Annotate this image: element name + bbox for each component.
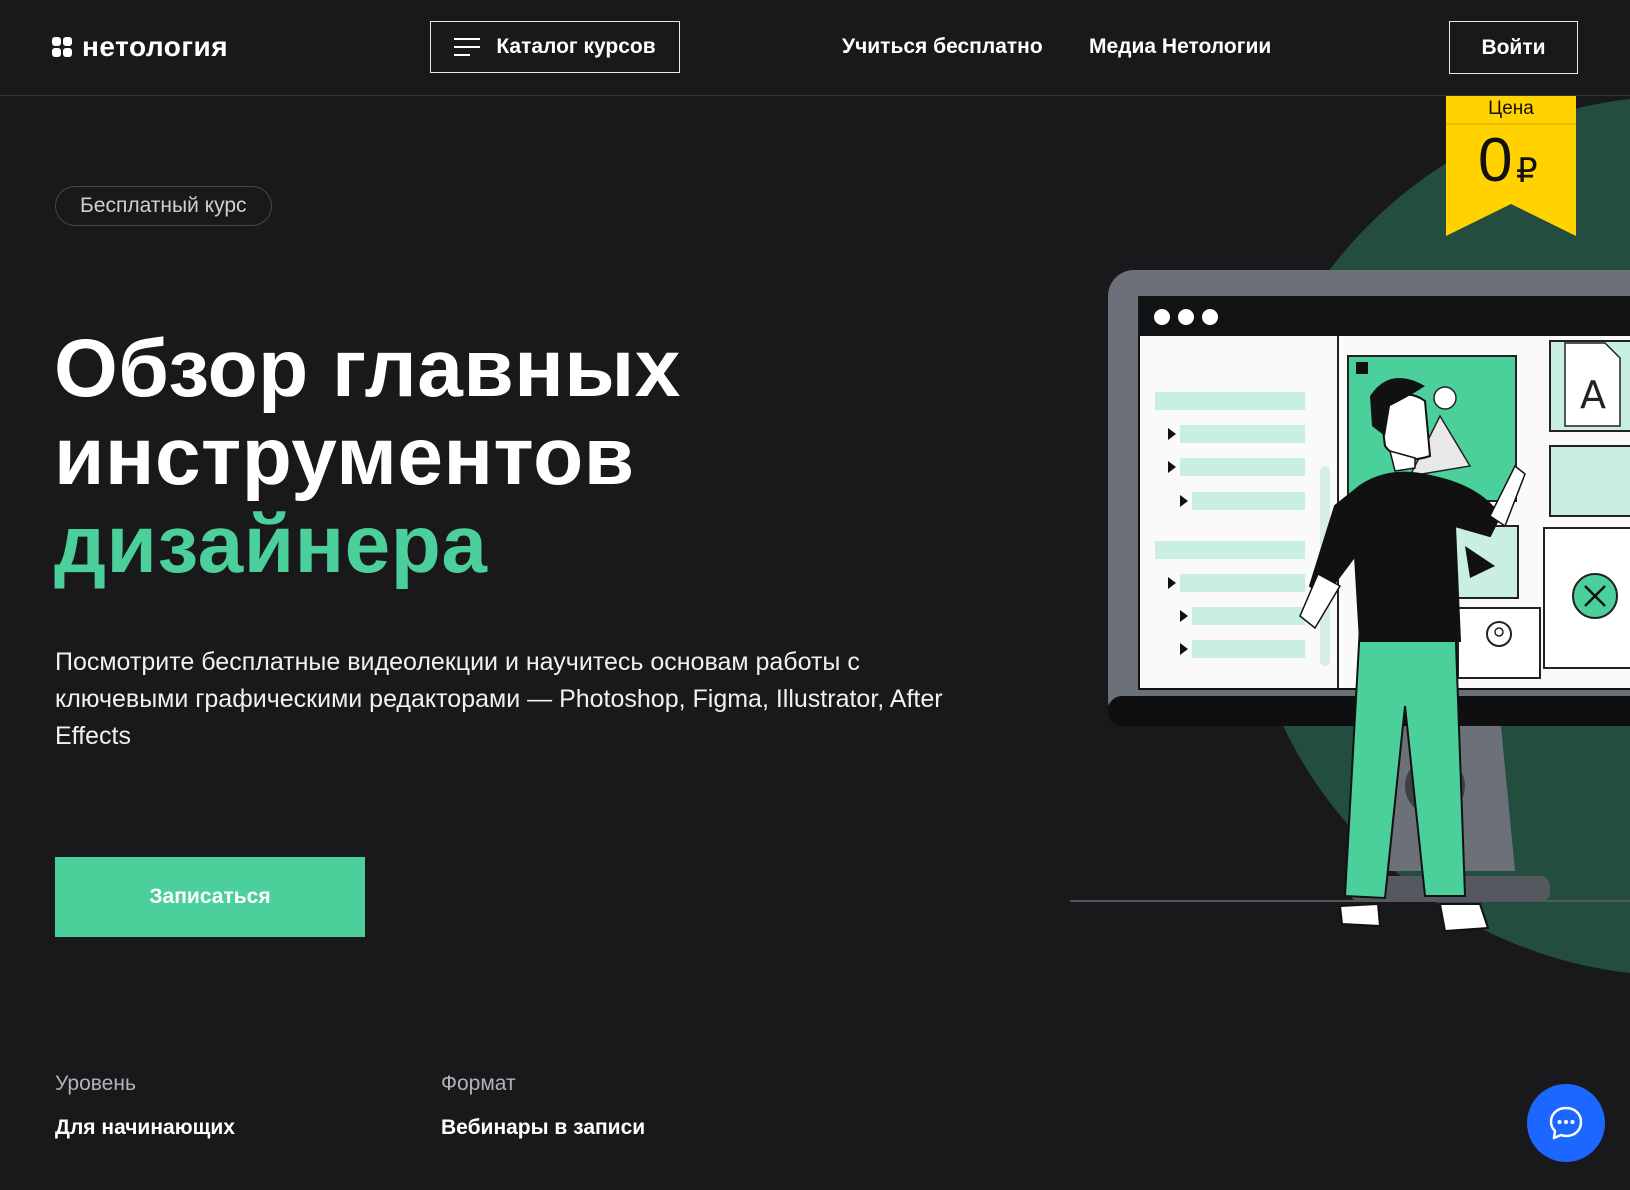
meta-level: Уровень Для начинающих [55,1072,235,1140]
logo-text: нетология [82,31,229,62]
price-value: 0 [1478,126,1513,195]
nav-link-free-learning[interactable]: Учиться бесплатно [842,35,1043,59]
course-description: Посмотрите бесплатные видеолекции и науч… [55,648,943,750]
logo-icon [52,37,72,57]
title-line-1: Обзор главных [54,323,681,414]
site-header: нетология Каталог курсов Учиться бесплат… [0,0,1630,96]
burger-menu-icon [454,38,481,56]
chat-icon [1549,1106,1583,1140]
page-title: Обзор главных инструментов дизайнера [54,325,681,589]
nav-link-media[interactable]: Медиа Нетологии [1089,35,1271,59]
price-currency: ₽ [1516,152,1538,190]
meta-level-label: Уровень [55,1072,136,1095]
meta-format: Формат Вебинары в записи [441,1072,645,1140]
price-label: Цена [1488,98,1534,119]
meta-format-value: Вебинары в записи [441,1116,646,1139]
title-accent: дизайнера [54,499,488,590]
login-button[interactable]: Войти [1449,21,1578,74]
meta-format-label: Формат [441,1072,516,1095]
title-line-2: инструментов [54,411,635,502]
enroll-button[interactable]: Записаться [55,857,365,937]
meta-level-value: Для начинающих [55,1116,235,1139]
catalog-label: Каталог курсов [496,35,656,58]
chat-button[interactable] [1527,1084,1605,1162]
course-type-badge: Бесплатный курс [55,186,272,226]
logo[interactable]: нетология [52,30,228,64]
svg-text:A: A [1580,373,1606,417]
catalog-button[interactable]: Каталог курсов [430,21,680,73]
